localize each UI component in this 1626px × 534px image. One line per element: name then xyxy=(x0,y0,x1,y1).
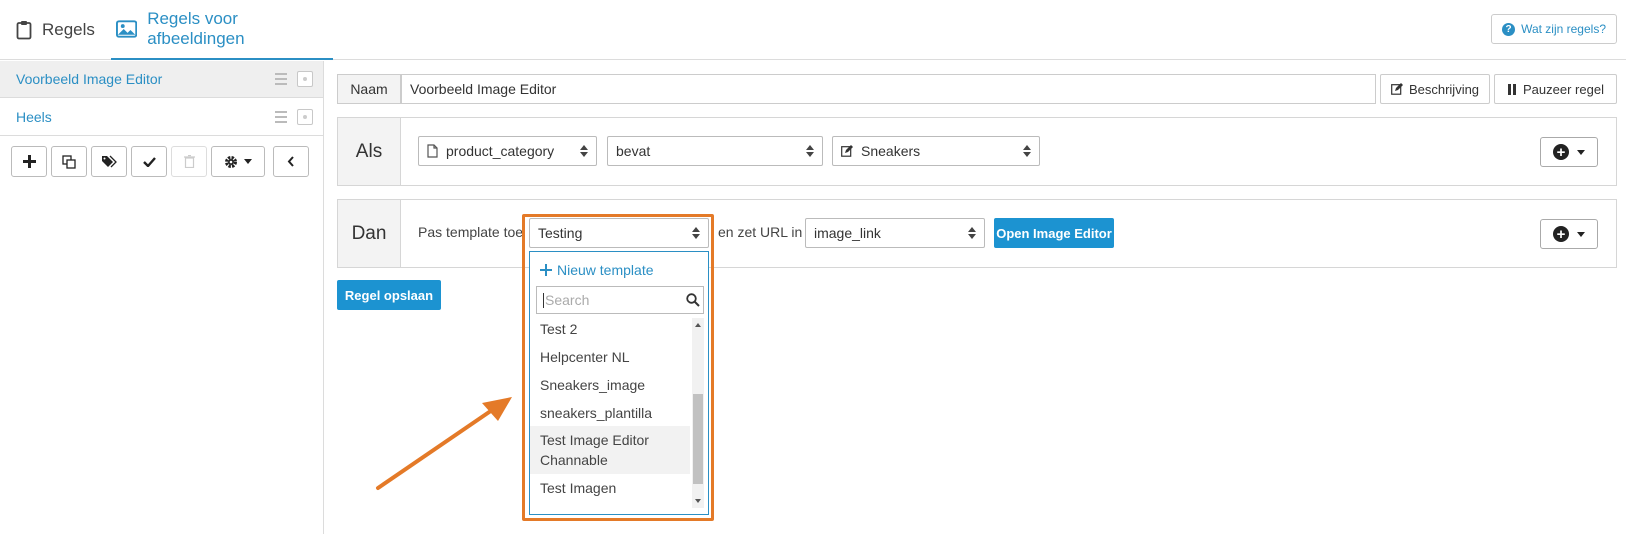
gear-icon xyxy=(225,155,237,168)
dropdown-item[interactable]: Sneakers_image xyxy=(530,375,690,395)
check-icon xyxy=(142,157,156,167)
plus-icon xyxy=(22,155,36,168)
dan-prefix-text: Pas template toe xyxy=(418,224,524,240)
text-cursor xyxy=(543,292,544,308)
add-action-button[interactable]: + xyxy=(1540,219,1598,249)
help-button-label: Wat zijn regels? xyxy=(1521,22,1606,36)
drag-handle-icon[interactable] xyxy=(275,111,287,123)
open-image-editor-button[interactable]: Open Image Editor xyxy=(994,218,1114,248)
activate-button[interactable] xyxy=(131,146,167,177)
help-button[interactable]: ? Wat zijn regels? xyxy=(1491,14,1617,44)
duplicate-rule-button[interactable] xyxy=(51,146,87,177)
chevron-left-icon xyxy=(287,156,294,167)
operator-select-value: bevat xyxy=(616,143,651,159)
dropdown-item-hover[interactable]: Test Image Editor Channable xyxy=(530,426,690,474)
question-icon: ? xyxy=(1502,22,1516,36)
dan-middle-text: en zet URL in xyxy=(718,224,803,240)
image-icon xyxy=(116,20,138,38)
pauzeer-button[interactable]: Pauzeer regel xyxy=(1494,74,1617,104)
scroll-up-icon[interactable] xyxy=(695,323,701,327)
value-select[interactable]: Sneakers xyxy=(832,136,1040,166)
sidebar-item-label: Voorbeeld Image Editor xyxy=(16,71,163,87)
drag-handle-icon[interactable] xyxy=(275,73,287,85)
edit-icon xyxy=(841,145,853,157)
rule-checkbox[interactable] xyxy=(297,71,313,87)
dropdown-item[interactable]: sneakers_plantilla xyxy=(530,403,690,423)
trash-icon xyxy=(183,155,195,168)
copy-icon xyxy=(62,154,76,169)
naam-input[interactable]: Voorbeeld Image Editor xyxy=(401,74,1376,104)
add-condition-button[interactable]: + xyxy=(1540,137,1598,167)
select-arrows-icon xyxy=(806,145,814,157)
chevron-down-icon xyxy=(1577,149,1585,155)
clipboard-icon xyxy=(16,20,32,39)
add-rule-button[interactable] xyxy=(11,146,47,177)
dropdown-scrollbar[interactable] xyxy=(692,318,704,508)
tags-icon xyxy=(101,155,117,168)
edit-icon xyxy=(1391,83,1403,95)
tags-button[interactable] xyxy=(91,146,127,177)
sidebar-item-heels[interactable]: Heels xyxy=(0,99,323,136)
template-search-input[interactable]: Search xyxy=(536,286,704,314)
annotation-arrow-icon xyxy=(376,397,512,490)
settings-dropdown-button[interactable] xyxy=(211,146,265,177)
dropdown-item[interactable]: Helpcenter NL xyxy=(530,347,690,367)
als-label: Als xyxy=(338,118,401,185)
field-select[interactable]: product_category xyxy=(418,136,597,166)
url-field-select[interactable]: image_link xyxy=(805,218,985,248)
delete-button[interactable] xyxy=(171,146,207,177)
tab-afbeeldingen-label: Regels voor afbeeldingen xyxy=(147,9,245,48)
sidebar-item-label: Heels xyxy=(16,109,52,125)
save-rule-button[interactable]: Regel opslaan xyxy=(337,280,441,310)
template-dropdown: Nieuw template Search Test 2 Helpcenter … xyxy=(529,251,709,515)
select-arrows-icon xyxy=(968,227,976,239)
pauzeer-label: Pauzeer regel xyxy=(1523,81,1604,97)
operator-select[interactable]: bevat xyxy=(607,136,823,166)
chevron-down-icon xyxy=(1577,231,1585,237)
beschrijving-label: Beschrijving xyxy=(1408,81,1480,97)
search-icon xyxy=(686,293,700,307)
pause-icon xyxy=(1508,83,1517,95)
tab-regels-label: Regels xyxy=(42,19,95,39)
field-select-value: product_category xyxy=(446,143,555,159)
plus-circle-icon: + xyxy=(1553,226,1569,242)
new-template-link[interactable]: Nieuw template xyxy=(540,262,654,278)
dan-label: Dan xyxy=(338,200,401,267)
value-select-value: Sneakers xyxy=(861,143,921,159)
tab-regels-afbeeldingen[interactable]: Regels voor afbeeldingen xyxy=(111,0,333,60)
chevron-down-icon xyxy=(244,159,252,164)
url-field-select-value: image_link xyxy=(814,225,881,241)
scroll-down-icon[interactable] xyxy=(695,499,701,503)
sidebar-item-voorbeeld[interactable]: Voorbeeld Image Editor xyxy=(0,61,323,98)
scrollbar-thumb[interactable] xyxy=(693,394,703,484)
select-arrows-icon xyxy=(580,145,588,157)
rule-checkbox[interactable] xyxy=(297,109,313,125)
search-placeholder: Search xyxy=(545,292,590,308)
top-tab-bar: Regels Regels voor afbeeldingen ? Wat zi… xyxy=(0,0,1626,60)
beschrijving-button[interactable]: Beschrijving xyxy=(1380,74,1490,104)
dropdown-item[interactable]: Test Imagen xyxy=(530,478,690,498)
file-icon xyxy=(427,144,438,158)
plus-icon xyxy=(540,264,552,276)
select-arrows-icon xyxy=(1023,145,1031,157)
plus-circle-icon: + xyxy=(1553,144,1569,160)
new-template-label: Nieuw template xyxy=(557,262,654,278)
dropdown-item[interactable]: Test 2 xyxy=(530,319,690,339)
naam-label: Naam xyxy=(337,74,401,104)
tab-regels[interactable]: Regels xyxy=(16,0,95,59)
collapse-sidebar-button[interactable] xyxy=(273,146,309,177)
